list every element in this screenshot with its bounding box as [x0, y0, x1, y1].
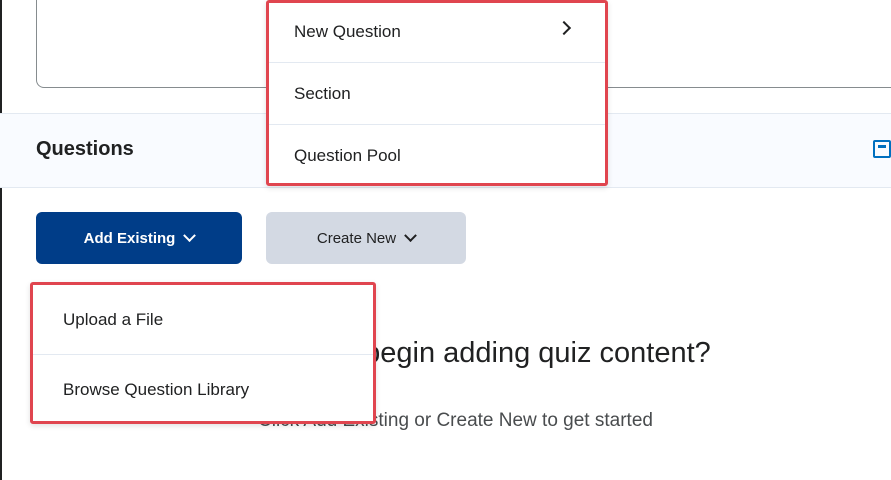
chevron-right-icon [556, 20, 572, 36]
menu-item-label: Question Pool [294, 146, 401, 165]
menu-item-section[interactable]: Section [269, 63, 605, 125]
menu-item-label: Section [294, 83, 351, 103]
menu-item-label: New Question [294, 21, 401, 41]
create-new-label: Create New [316, 229, 397, 247]
questions-title: Questions [36, 138, 134, 160]
menu-item-upload-file[interactable]: Upload a File [33, 285, 373, 355]
add-existing-dropdown-menu: Upload a File Browse Question Library [30, 282, 376, 424]
menu-item-new-question[interactable]: New Question [269, 1, 605, 63]
menu-item-browse-question-library[interactable]: Browse Question Library [33, 355, 373, 425]
create-new-dropdown-menu: New Question Section Question Pool [266, 0, 608, 186]
chevron-down-icon [183, 228, 197, 242]
edit-icon[interactable] [873, 140, 891, 158]
menu-item-label: Browse Question Library [63, 380, 250, 399]
menu-item-question-pool[interactable]: Question Pool [269, 125, 605, 187]
menu-item-label: Upload a File [63, 309, 164, 329]
chevron-down-icon [404, 228, 417, 242]
create-new-button[interactable]: Create New [266, 212, 466, 264]
add-existing-button[interactable]: Add Existing [36, 212, 242, 264]
add-existing-label: Add Existing [83, 229, 176, 247]
